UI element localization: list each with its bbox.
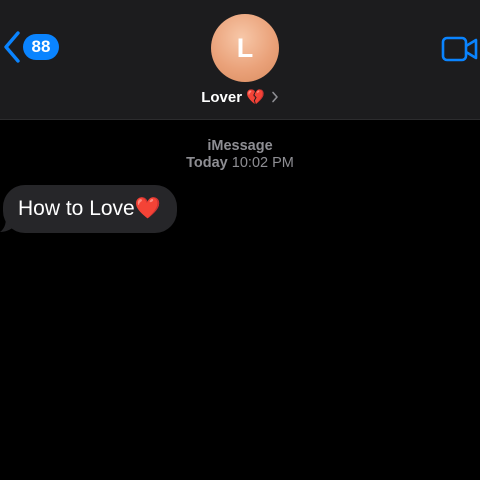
chevron-right-icon: [271, 91, 278, 103]
unread-count-badge: 88: [23, 34, 59, 60]
timestamp-time: 10:02 PM: [231, 155, 294, 171]
avatar[interactable]: L: [211, 14, 279, 82]
timestamp-day: Today: [186, 155, 228, 171]
thread-timestamp: Today 10:02 PM: [0, 155, 480, 171]
message-text: How to Love: [18, 197, 135, 220]
facetime-video-button[interactable]: [441, 36, 479, 67]
contact-name-button[interactable]: Lover 💔: [0, 88, 480, 106]
message-bubble-incoming[interactable]: How to Love❤️: [3, 185, 177, 233]
contact-name: Lover: [201, 88, 243, 106]
conversation-header: 88 L Lover 💔: [0, 0, 480, 120]
service-label: iMessage: [207, 138, 273, 154]
video-camera-icon: [441, 36, 478, 62]
back-button[interactable]: 88: [3, 30, 59, 64]
message-emoji: ❤️: [134, 197, 161, 220]
chevron-left-icon: [4, 31, 20, 63]
contact-emoji: 💔: [246, 89, 265, 106]
